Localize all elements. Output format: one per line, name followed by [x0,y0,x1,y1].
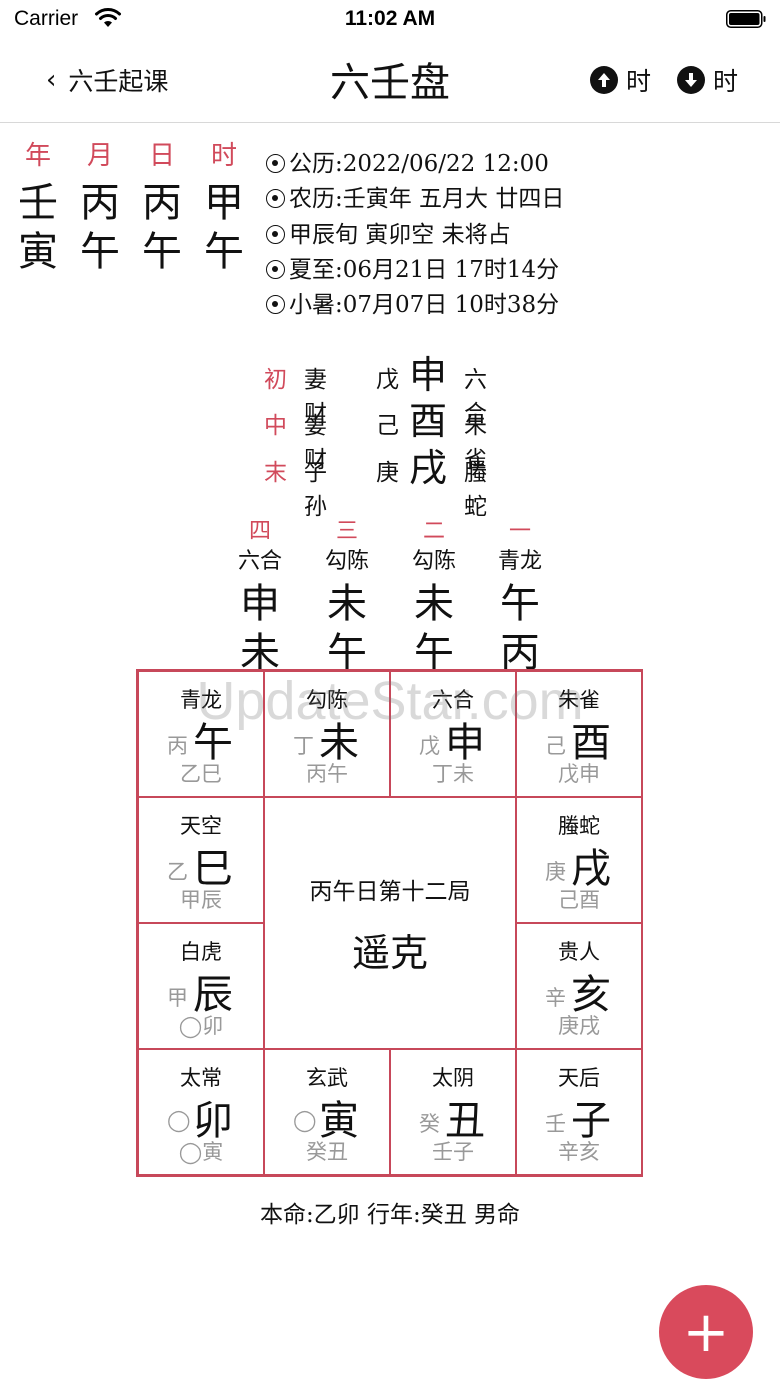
lunar-date-line: 农历:壬寅年 五月大 廿四日 [266,179,564,213]
solar-term-next-line: 小暑:07月07日 10时38分 [266,285,559,319]
lesson-number: 一 [508,519,531,544]
pillar-label-day: 日 [148,141,175,171]
sun-icon [266,295,285,314]
board-cell-zi: 天后 壬 子 辛亥 [516,1049,642,1175]
board-cell-si: 天空 乙 巳 甲辰 [138,797,264,923]
pillar-branch-day: 午 [142,229,182,275]
board-cell-you: 朱雀 己 酉 戊申 [516,671,642,797]
pillar-branch-month: 午 [80,229,120,275]
sun-icon [266,225,285,244]
board-cell-wu: 青龙 丙 午 乙巳 [138,671,264,797]
board-cell-chen: 白虎 甲 辰 ◯卯 [138,923,264,1049]
birth-info: 本命:乙卯 行年:癸丑 男命 [259,1202,521,1228]
next-hour-button[interactable]: 时 [677,62,738,98]
lesson-number: 三 [335,519,358,544]
lesson-title: 丙午日第十二局 [309,879,471,905]
heaven-earth-board: 青龙 丙 午 乙巳 勾陈 丁 未 丙午 六合 戊 申 丁未 朱雀 己 酉 戊申 … [136,669,643,1177]
pillar-branch-hour: 午 [204,229,244,275]
navigation-bar: ‹ 六壬起课 六壬盘 时 时 [0,40,780,123]
xun-line: 甲辰旬 寅卯空 未将占 [266,215,511,249]
previous-hour-label: 时 [626,67,652,96]
pillar-label-year: 年 [24,141,51,171]
board-cell-xu: 螣蛇 庚 戌 己酉 [516,797,642,923]
arrow-down-circle-icon [677,66,705,94]
pillar-label-hour: 时 [210,141,237,171]
lesson-number: 二 [422,519,445,544]
board-cell-chou: 太阴 癸 丑 壬子 [390,1049,516,1175]
status-bar: Carrier 11:02 AM [0,0,780,40]
pillar-branch-year: 寅 [18,229,58,275]
add-button[interactable]: + [659,1285,753,1379]
battery-icon [726,10,766,28]
lesson-number: 四 [248,519,271,544]
status-time: 11:02 AM [344,7,436,30]
solar-date-line: 公历:2022/06/22 12:00 [266,144,549,178]
plus-icon: + [682,1299,730,1365]
solar-term-previous-line: 夏至:06月21日 17时14分 [266,250,559,284]
lesson-pattern: 遥克 [351,931,428,975]
board-cell-wei: 勾陈 丁 未 丙午 [264,671,390,797]
next-hour-label: 时 [713,67,739,96]
board-cell-hai: 贵人 辛 亥 庚戌 [516,923,642,1049]
sun-icon [266,260,285,279]
board-cell-mao: 太常 ◯ 卯 ◯寅 [138,1049,264,1175]
sun-icon [266,154,285,173]
sun-icon [266,189,285,208]
previous-hour-button[interactable]: 时 [590,62,651,98]
page-title: 六壬盘 [330,60,450,106]
board-cell-shen: 六合 戊 申 丁未 [390,671,516,797]
pillar-label-month: 月 [86,141,113,171]
board-cell-yin: 玄武 ◯ 寅 癸丑 [264,1049,390,1175]
arrow-up-circle-icon [590,66,618,94]
board-center: 丙午日第十二局 遥克 [264,797,516,1049]
